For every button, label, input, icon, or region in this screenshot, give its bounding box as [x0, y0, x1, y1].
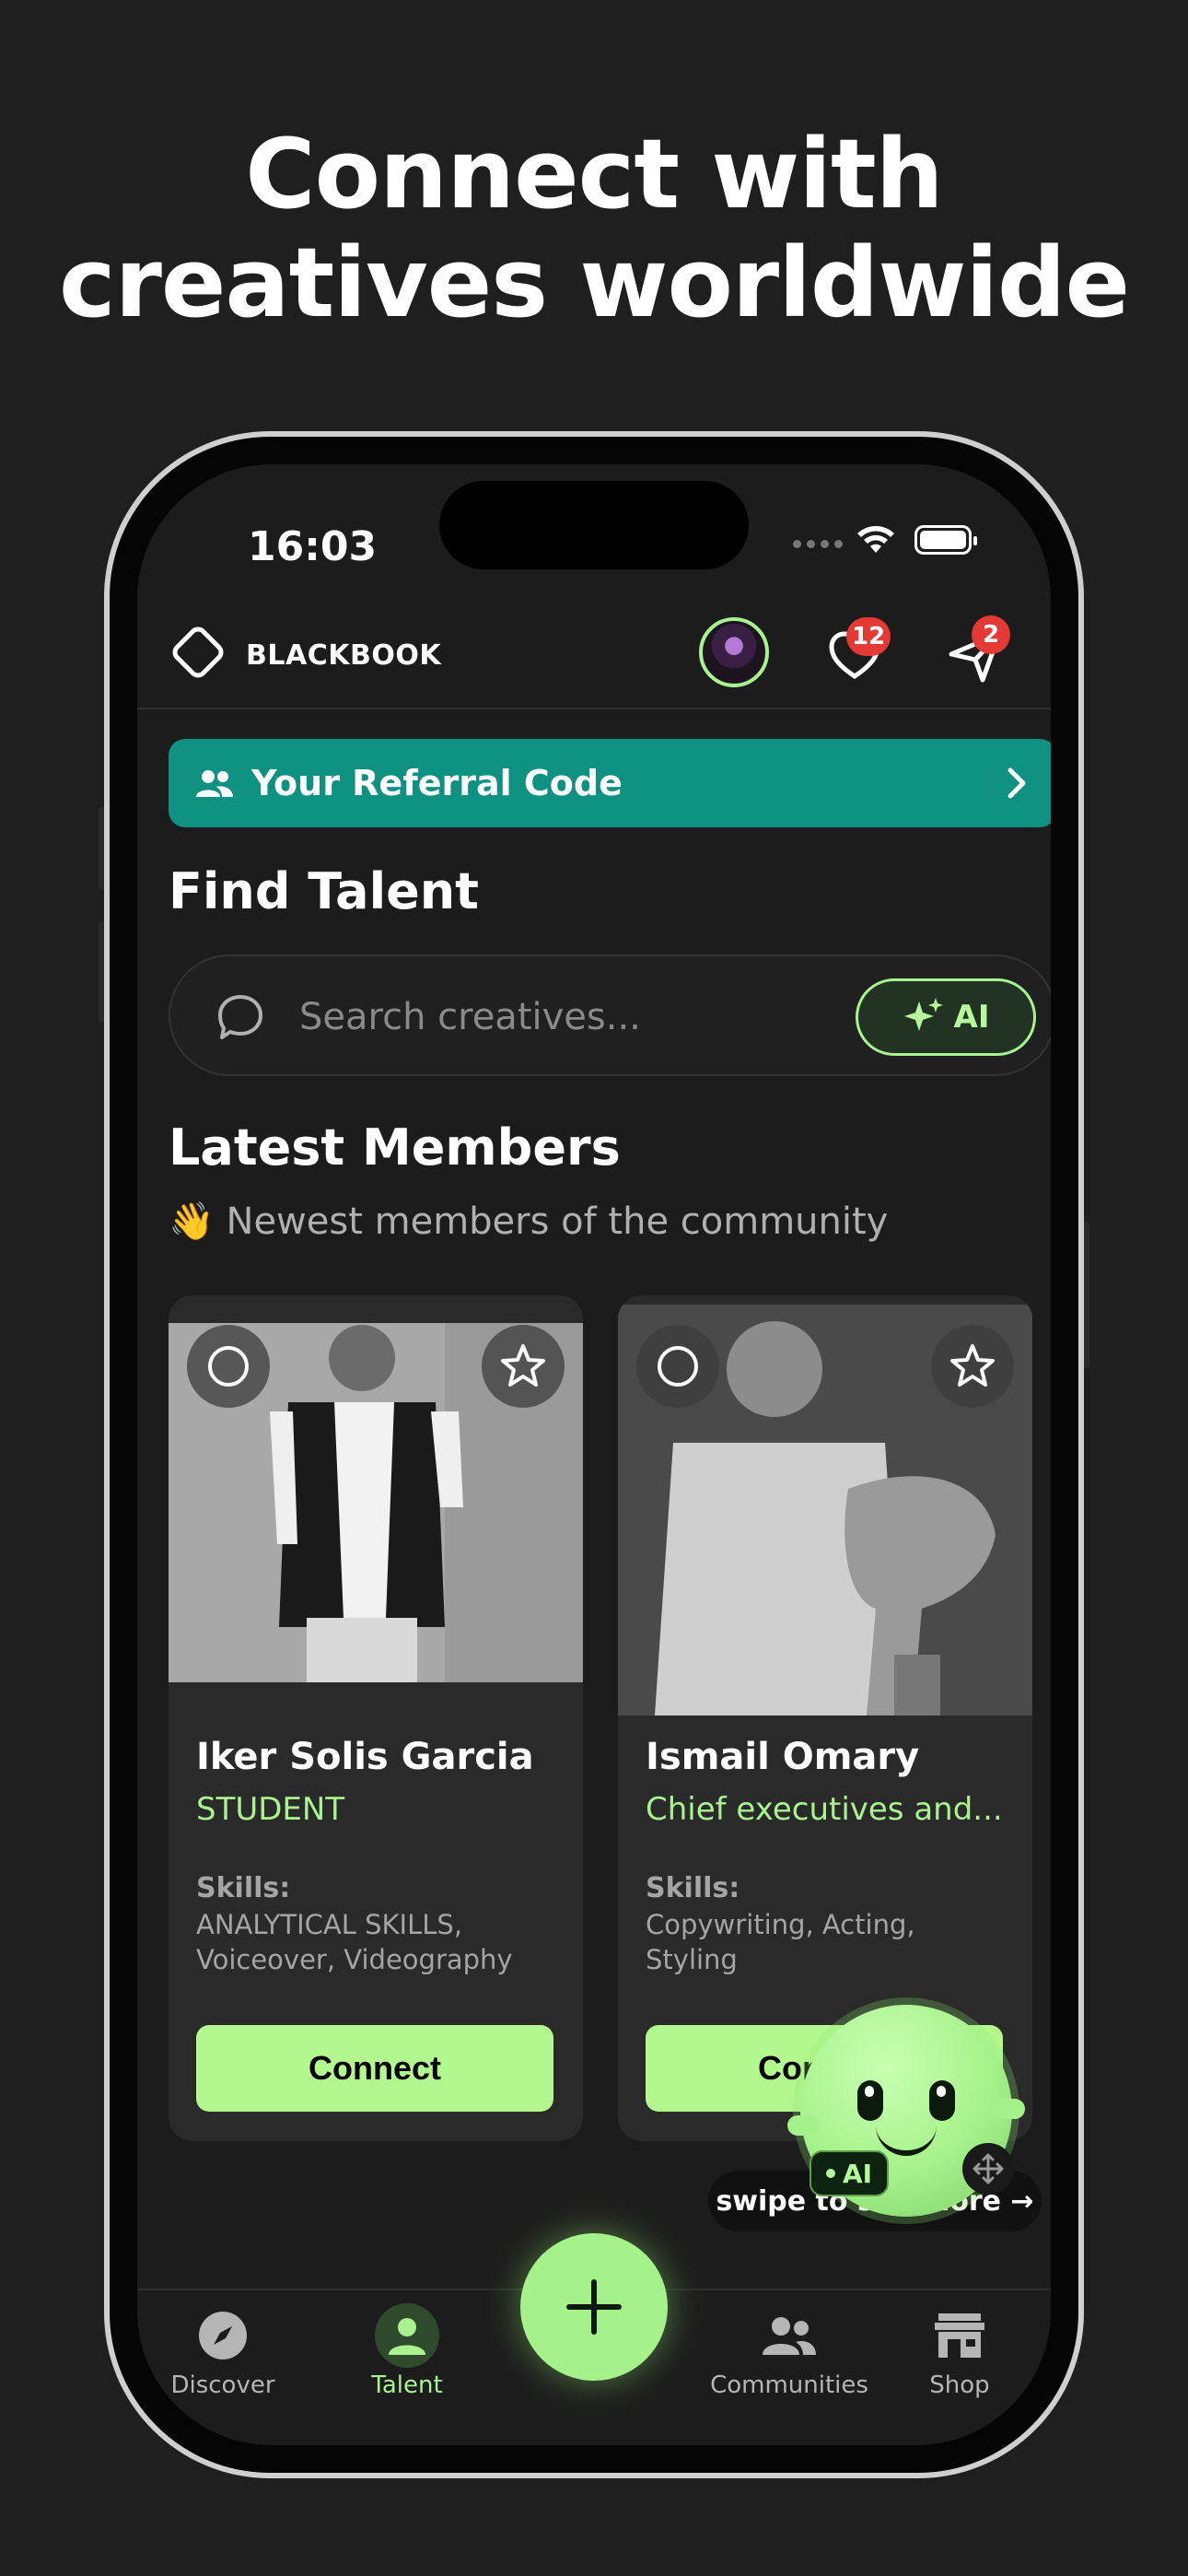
- tab-communities-label: Communities: [710, 2371, 868, 2399]
- app-header: BLACKBOOK 12 2: [137, 601, 1051, 709]
- sparkles-icon: [903, 998, 943, 1031]
- mascot-left-eye: [857, 2080, 883, 2121]
- skills-label: Skills:: [196, 1872, 291, 1904]
- favorite-member-button[interactable]: [931, 1325, 1014, 1408]
- headline: Connect with creatives worldwide: [0, 120, 1188, 337]
- ai-search-button[interactable]: AI: [856, 978, 1036, 1056]
- referral-code-label: Your Referral Code: [251, 763, 623, 803]
- tab-shop[interactable]: Shop: [881, 2303, 1038, 2399]
- plus-icon: [566, 2279, 622, 2335]
- phone-bezel: 16:03 BLACKBOOK 12 2 Your Referral Code …: [110, 437, 1078, 2473]
- drag-handle[interactable]: [962, 2143, 1014, 2195]
- search-input[interactable]: [299, 991, 833, 1043]
- chat-bubble-icon: [218, 995, 262, 1039]
- find-talent-title: Find Talent: [169, 862, 479, 920]
- select-member-button[interactable]: [636, 1325, 719, 1408]
- mascot-left-arm: [787, 2115, 821, 2136]
- circle-icon: [208, 1346, 249, 1387]
- wifi-icon: [857, 526, 894, 553]
- phone-frame: 16:03 BLACKBOOK 12 2 Your Referral Code …: [104, 431, 1084, 2478]
- member-card[interactable]: Ismail Omary Chief executives and... Ski…: [618, 1295, 1032, 2141]
- people-icon: [757, 2303, 821, 2368]
- mascot-mouth: [876, 2125, 937, 2156]
- skills-label: Skills:: [646, 1872, 740, 1904]
- person-icon: [375, 2303, 439, 2368]
- tab-communities[interactable]: Communities: [697, 2303, 881, 2399]
- member-name: Ismail Omary: [646, 1736, 920, 1778]
- compass-icon: [191, 2303, 255, 2368]
- member-role: Chief executives and...: [646, 1791, 1003, 1828]
- tab-discover-label: Discover: [170, 2371, 275, 2399]
- move-arrows-icon: [973, 2153, 1004, 2184]
- brand-name: BLACKBOOK: [246, 639, 442, 672]
- skills-text: ANALYTICAL SKILLS, Voiceover, Videograph…: [196, 1909, 513, 1975]
- cellular-signal-icon: [793, 540, 843, 548]
- messages-button[interactable]: 2: [944, 615, 1010, 687]
- referral-code-banner[interactable]: Your Referral Code: [169, 739, 1051, 827]
- messages-badge: 2: [972, 615, 1010, 654]
- likes-button[interactable]: 12: [822, 617, 891, 687]
- ai-status-dot-icon: [826, 2169, 835, 2178]
- favorite-member-button[interactable]: [482, 1325, 565, 1408]
- circle-icon: [658, 1346, 698, 1387]
- search-bar: AI: [169, 954, 1051, 1076]
- blackbook-logo-icon: [172, 626, 224, 678]
- people-icon: [196, 770, 233, 797]
- status-time: 16:03: [248, 523, 378, 570]
- tab-discover[interactable]: Discover: [145, 2303, 301, 2399]
- ai-search-label: AI: [953, 999, 990, 1036]
- tab-shop-label: Shop: [929, 2371, 990, 2399]
- store-icon: [927, 2303, 992, 2368]
- tab-talent-label: Talent: [371, 2371, 443, 2399]
- dynamic-island: [439, 481, 749, 569]
- member-card[interactable]: Iker Solis Garcia STUDENT Skills: ANALYT…: [169, 1295, 583, 2141]
- tab-talent[interactable]: Talent: [329, 2303, 485, 2399]
- latest-members-title: Latest Members: [169, 1118, 621, 1177]
- phone-screen: 16:03 BLACKBOOK 12 2 Your Referral Code …: [137, 464, 1051, 2445]
- member-role: STUDENT: [196, 1791, 345, 1828]
- select-member-button[interactable]: [187, 1325, 270, 1408]
- skills-text: Copywriting, Acting, Styling: [646, 1909, 915, 1975]
- connect-button[interactable]: Connect: [196, 2025, 553, 2112]
- member-name: Iker Solis Garcia: [196, 1736, 534, 1778]
- ai-assistant-label: AI: [843, 2158, 873, 2189]
- headline-line-1: Connect with: [245, 118, 943, 230]
- avatar[interactable]: [699, 617, 769, 687]
- chevron-right-icon: [1007, 767, 1026, 799]
- mascot-right-eye: [929, 2080, 955, 2121]
- mascot-right-arm: [992, 2099, 1025, 2119]
- star-icon: [501, 1344, 545, 1387]
- star-icon: [950, 1344, 995, 1387]
- battery-icon: [914, 525, 977, 555]
- latest-members-subtitle: 👋 Newest members of the community: [169, 1200, 889, 1243]
- ai-assistant-tag[interactable]: AI: [809, 2150, 890, 2196]
- headline-line-2: creatives worldwide: [58, 227, 1130, 339]
- likes-badge: 12: [846, 617, 891, 656]
- create-button[interactable]: [520, 2233, 668, 2381]
